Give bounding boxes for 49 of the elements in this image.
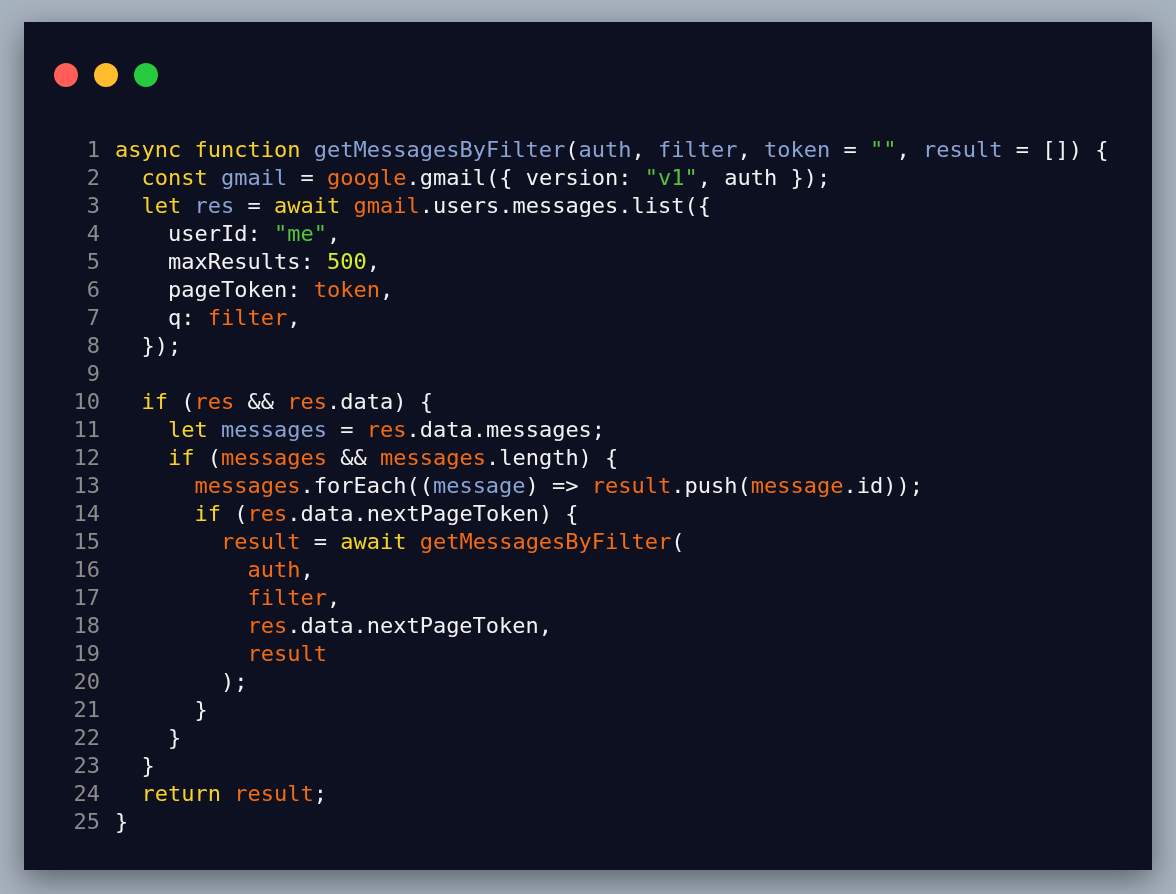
line-number: 2	[85, 164, 100, 192]
line-number: 13	[72, 472, 100, 500]
code-line: pageToken: token,	[166, 276, 394, 304]
code-line: }	[140, 752, 155, 780]
code-line: });	[140, 332, 182, 360]
line-number: 16	[72, 556, 100, 584]
code-line: if (res.data.nextPageToken) {	[193, 500, 579, 528]
code-line: let res = await gmail.users.messages.list({	[140, 192, 712, 220]
line-number: 17	[72, 584, 100, 612]
line-number: 15	[72, 528, 100, 556]
line-number: 18	[72, 612, 100, 640]
code-line: async function getMessagesByFilter(auth, filter, token = "", result = []) {	[115, 136, 1109, 164]
line-number: 12	[72, 444, 100, 472]
line-number: 24	[72, 780, 100, 808]
code-line: q: filter,	[166, 304, 301, 332]
line-number: 21	[72, 696, 100, 724]
line-number: 7	[85, 304, 100, 332]
line-number: 11	[72, 416, 100, 444]
code-line: }	[193, 696, 208, 724]
line-number: 5	[85, 248, 100, 276]
line-number: 6	[85, 276, 100, 304]
line-number: 20	[72, 668, 100, 696]
code-line: auth,	[246, 556, 314, 584]
code-line: return result;	[140, 780, 327, 808]
code-line: if (messages && messages.length) {	[166, 444, 619, 472]
line-number: 10	[72, 388, 100, 416]
code-line: }	[166, 724, 182, 752]
line-number: 9	[85, 360, 100, 388]
line-number: 14	[72, 500, 100, 528]
code-line: result	[246, 640, 327, 668]
code-line: );	[219, 668, 248, 696]
line-number: 19	[72, 640, 100, 668]
code-line: messages.forEach((message) => result.push(message.id));	[193, 472, 923, 500]
line-number: 25	[72, 808, 100, 836]
code-line: res.data.nextPageToken,	[246, 612, 553, 640]
code-line: userId: "me",	[166, 220, 341, 248]
line-number: 4	[85, 220, 100, 248]
code-line: result = await getMessagesByFilter(	[219, 528, 685, 556]
code-line: }	[115, 808, 129, 836]
line-number: 3	[85, 192, 100, 220]
line-number: 8	[85, 332, 100, 360]
code-line: const gmail = google.gmail({ version: "v1", auth });	[140, 164, 831, 192]
code-line: if (res && res.data) {	[140, 388, 433, 416]
code-line: filter,	[246, 584, 341, 612]
line-number: 1	[85, 136, 100, 164]
line-number: 22	[72, 724, 100, 752]
code-line: maxResults: 500,	[166, 248, 380, 276]
code-line: let messages = res.data.messages;	[166, 416, 606, 444]
line-number: 23	[72, 752, 100, 780]
